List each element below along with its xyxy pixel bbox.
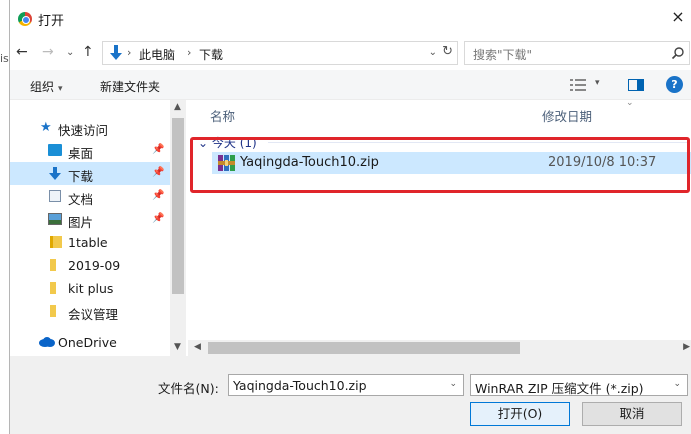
scroll-left-icon[interactable]: ◀	[194, 342, 201, 352]
sidebar-item-1table[interactable]: 1table	[10, 231, 170, 254]
chrome-app-icon	[18, 12, 32, 26]
breadcrumb-downloads[interactable]: 下载	[199, 46, 223, 63]
sidebar-item-2019-09[interactable]: 2019-09	[10, 254, 170, 277]
filetype-select[interactable]: WinRAR ZIP 压缩文件 (*.zip) ⌄	[470, 374, 688, 396]
search-icon[interactable]	[671, 46, 685, 60]
sidebar-item-label: 快速访问	[58, 123, 109, 138]
organize-label: 组织	[30, 80, 55, 94]
filename-label: 文件名(N):	[158, 381, 219, 396]
search-input[interactable]: 搜索"下载"	[464, 41, 690, 65]
filename-value: Yaqingda-Touch10.zip	[233, 378, 367, 393]
pin-icon[interactable]: 📌	[152, 144, 164, 155]
file-list: 名称 ⌄ 修改日期 ⌄ 今天 (1) Yaqingda-Touch10.zip …	[188, 98, 691, 340]
sidebar-item-label: 2019-09	[68, 258, 121, 273]
open-button[interactable]: 打开(O)	[470, 402, 570, 426]
sidebar-item-downloads[interactable]: 下载 📌	[10, 162, 170, 185]
open-file-dialog: 打开 × ← → ⌄ ↑ › 此电脑 › 下载 ⌄ ↻ 搜索"下载" 组织 ▾ …	[9, 0, 691, 434]
column-header-name[interactable]: 名称	[210, 106, 235, 125]
download-arrow-icon	[110, 45, 122, 60]
sidebar-item-label: OneDrive	[58, 335, 117, 350]
forward-button[interactable]: →	[42, 44, 54, 60]
up-button[interactable]: ↑	[82, 44, 94, 60]
caret-down-icon: ▾	[58, 84, 63, 94]
sidebar-scrollbar[interactable]: ▲ ▼	[170, 100, 186, 356]
picture-icon	[48, 213, 62, 225]
dialog-title: 打开	[38, 14, 65, 29]
scroll-down-icon[interactable]: ▼	[174, 342, 181, 352]
address-bar[interactable]: › 此电脑 › 下载 ⌄ ↻	[102, 41, 458, 65]
filetype-value: WinRAR ZIP 压缩文件 (*.zip)	[475, 381, 644, 396]
navigation-bar: ← → ⌄ ↑ › 此电脑 › 下载 ⌄ ↻ 搜索"下载"	[10, 40, 691, 66]
sidebar-item-meeting-management[interactable]: 会议管理	[10, 300, 170, 323]
column-header-modified[interactable]: 修改日期	[542, 106, 592, 125]
background-window-text: is	[0, 52, 9, 65]
dialog-footer: 文件名(N): Yaqingda-Touch10.zip ⌄ WinRAR ZI…	[10, 356, 691, 434]
filename-input[interactable]: Yaqingda-Touch10.zip ⌄	[228, 374, 464, 396]
breadcrumb-this-pc[interactable]: 此电脑	[139, 46, 175, 63]
sidebar-item-label: 下载	[68, 169, 94, 184]
star-icon: ★	[40, 120, 52, 135]
chevron-down-icon[interactable]: ⌄	[673, 379, 681, 389]
sidebar-item-label: kit plus	[68, 281, 114, 296]
chevron-down-icon[interactable]: ⌄	[429, 47, 437, 58]
refresh-icon[interactable]: ↻	[442, 44, 453, 59]
horizontal-scrollbar[interactable]: ◀ ▶	[188, 340, 691, 356]
back-button[interactable]: ←	[16, 44, 28, 60]
preview-pane-icon[interactable]	[628, 79, 644, 91]
cancel-button[interactable]: 取消	[582, 402, 682, 426]
title-bar: 打开 ×	[10, 0, 691, 34]
sidebar-item-pictures[interactable]: 图片 📌	[10, 208, 170, 231]
sidebar-item-documents[interactable]: 文档 📌	[10, 185, 170, 208]
breadcrumb-separator: ›	[127, 46, 132, 59]
sidebar-item-label: 1table	[68, 235, 108, 250]
breadcrumb-separator: ›	[187, 46, 192, 59]
chevron-down-icon[interactable]: ⌄	[449, 379, 457, 389]
pin-icon[interactable]: 📌	[152, 190, 164, 201]
recent-locations-button[interactable]: ⌄	[66, 47, 74, 58]
sidebar-item-label: 图片	[68, 215, 94, 230]
scroll-right-icon[interactable]: ▶	[683, 342, 690, 352]
sidebar-item-kit-plus[interactable]: kit plus	[10, 277, 170, 300]
sidebar-item-label: 文档	[68, 192, 94, 207]
sort-chevron-icon: ⌄	[626, 98, 634, 108]
scrollbar-thumb[interactable]	[172, 118, 184, 294]
download-icon	[49, 167, 61, 180]
new-folder-button[interactable]: 新建文件夹	[100, 78, 160, 95]
view-options-icon[interactable]	[570, 79, 586, 91]
folder-icon	[50, 305, 56, 317]
sidebar-item-label: 会议管理	[68, 307, 119, 322]
folder-icon	[50, 259, 56, 271]
document-icon	[49, 190, 61, 202]
pin-icon[interactable]: 📌	[152, 213, 164, 224]
sidebar-item-desktop[interactable]: 桌面 📌	[10, 139, 170, 162]
command-bar: 组织 ▾ 新建文件夹 ▾ ?	[10, 70, 691, 100]
view-caret-icon[interactable]: ▾	[595, 78, 600, 88]
search-placeholder: 搜索"下载"	[473, 48, 533, 62]
navigation-pane: ★ 快速访问 桌面 📌 下载 📌 文档 📌 图片 📌 1table 2019-0…	[10, 100, 186, 356]
sidebar-item-label: 桌面	[68, 146, 94, 161]
organize-button[interactable]: 组织 ▾	[30, 78, 63, 95]
sidebar-item-onedrive[interactable]: OneDrive	[10, 331, 170, 354]
help-icon[interactable]: ?	[666, 76, 683, 93]
folder-icon	[50, 236, 62, 248]
pin-icon[interactable]: 📌	[152, 167, 164, 178]
scrollbar-thumb[interactable]	[208, 342, 520, 354]
sidebar-item-quick-access[interactable]: ★ 快速访问	[10, 116, 170, 139]
close-button[interactable]: ×	[666, 6, 690, 28]
desktop-icon	[48, 144, 62, 156]
cloud-icon	[39, 337, 55, 347]
highlight-annotation	[190, 137, 690, 193]
scroll-up-icon[interactable]: ▲	[174, 102, 181, 112]
folder-icon	[50, 282, 56, 294]
